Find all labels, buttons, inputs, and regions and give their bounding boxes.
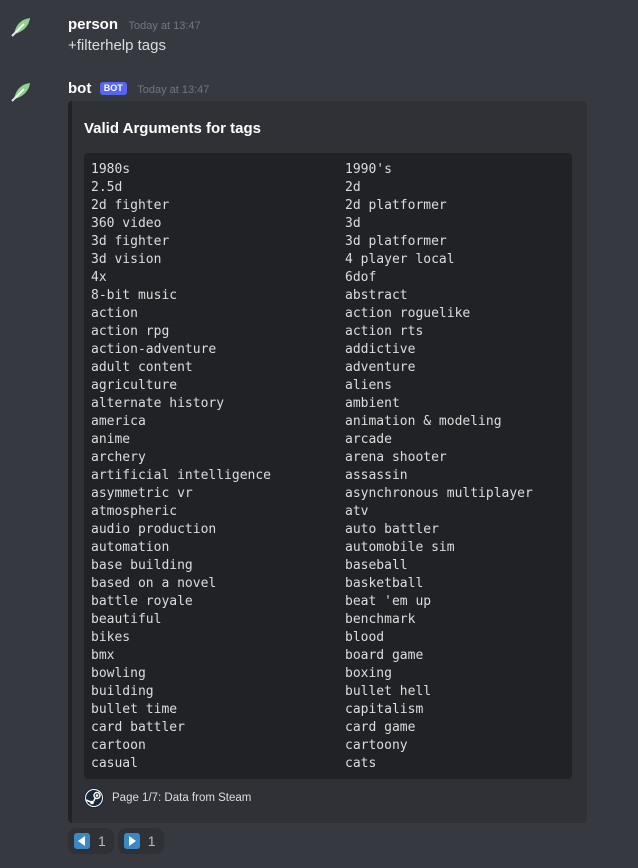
tag-item: adult content [91,360,193,375]
embed-title: Valid Arguments for tags [84,120,261,137]
tag-item: based on a novel [91,576,217,591]
tag-item: boxing [345,666,392,681]
tag-item: 2d [345,180,361,195]
message-header: bot BOT Today at 13:47 [68,80,209,98]
tag-item: 4 player local [345,252,455,267]
tag-item: asymmetric vr [91,486,193,501]
tag-item: agriculture [91,378,178,393]
tag-item: bowling [91,666,146,681]
tag-item: bikes [91,630,131,645]
tag-item: baseball [345,558,408,573]
tag-item: building [91,684,154,699]
tag-item: casual [91,756,138,771]
tag-item: battle royale [91,594,193,609]
tag-item: animation & modeling [345,414,502,429]
tag-item: bullet hell [345,684,432,699]
tag-item: action-adventure [91,342,217,357]
reaction-count: 1 [147,833,156,849]
tag-item: anime [91,432,131,447]
reactions: 1 1 [68,828,168,854]
username[interactable]: bot [68,80,91,97]
leaf-avatar-icon [11,18,30,37]
tag-item: 2d fighter [91,198,170,213]
steam-icon [84,788,104,808]
bot-badge: BOT [99,82,127,95]
username[interactable]: person [68,16,118,33]
tag-item: 6dof [345,270,377,285]
embed-footer: Page 1/7: Data from Steam [84,787,251,809]
tag-item: 4x [91,270,107,285]
tag-item: addictive [345,342,416,357]
tag-item: assassin [345,468,408,483]
code-block: 1980s 2.5d 2d fighter 360 video 3d fighter 3d… [84,153,572,779]
tag-item: benchmark [345,612,416,627]
tag-item: action rts [345,324,424,339]
tag-item: artificial intelligence [91,468,272,483]
tag-item: 360 video [91,216,162,231]
tag-item: bullet time [91,702,178,717]
tag-item: 3d vision [91,252,162,267]
tag-item: automation [91,540,170,555]
tag-item: abstract [345,288,408,303]
timestamp: Today at 13:47 [137,84,210,96]
tag-item: ambient [345,396,400,411]
tag-item: action rpg [91,324,170,339]
tag-item: beat 'em up [345,594,432,609]
tag-item: 3d platformer [345,234,447,249]
tag-item: basketball [345,576,424,591]
tag-item: bmx [91,648,115,663]
tag-item: america [91,414,146,429]
arrow-forward-icon [123,833,140,849]
tag-item: asynchronous multiplayer [345,486,533,501]
tag-item: 3d [345,216,361,231]
tag-item: capitalism [345,702,424,717]
tag-item: action [91,306,138,321]
reaction-previous-page[interactable]: 1 [68,828,114,854]
tag-item: 2.5d [91,180,123,195]
embed: Valid Arguments for tags 1980s 2.5d 2d fig… [68,101,587,823]
tag-item: atmospheric [91,504,178,519]
reaction-count: 1 [98,833,106,849]
tag-item: action roguelike [345,306,471,321]
leaf-avatar-icon [11,83,30,102]
tag-item: adventure [345,360,416,375]
tag-item: base building [91,558,193,573]
tag-item: atv [345,504,369,519]
tag-item: archery [91,450,146,465]
tag-item: cats [345,756,377,771]
timestamp: Today at 13:47 [128,20,201,32]
tag-item: arcade [345,432,392,447]
avatar[interactable] [10,79,34,103]
tag-item: alternate history [91,396,225,411]
tag-item: 2d platformer [345,198,447,213]
tag-item: aliens [345,378,392,393]
tag-item: 1980s [91,162,131,177]
tag-item: 3d fighter [91,234,170,249]
avatar[interactable] [10,14,34,38]
message-content: +filterhelp tags [68,37,166,54]
tag-item: cartoony [345,738,408,753]
tag-item: audio production [91,522,217,537]
tag-item: board game [345,648,424,663]
tag-item: cartoon [91,738,146,753]
tag-item: auto battler [345,522,439,537]
tag-item: arena shooter [345,450,447,465]
tag-item: 1990's [345,162,392,177]
tag-item: blood [345,630,385,645]
tag-item: beautiful [91,612,162,627]
tags-column-left: 1980s 2.5d 2d fighter 360 video 3d fighter 3d… [91,161,271,773]
tag-item: card battler [91,720,185,735]
reaction-next-page[interactable]: 1 [117,828,164,854]
arrow-backward-icon [74,833,90,849]
embed-footer-text: Page 1/7: Data from Steam [112,792,252,804]
tag-item: automobile sim [345,540,455,555]
tags-column-right: 1990's 2d 2d platformer 3d 3d platformer 4 pl… [345,161,533,773]
message-header: person Today at 13:47 [68,16,201,34]
tag-item: card game [345,720,416,735]
tag-item: 8-bit music [91,288,178,303]
